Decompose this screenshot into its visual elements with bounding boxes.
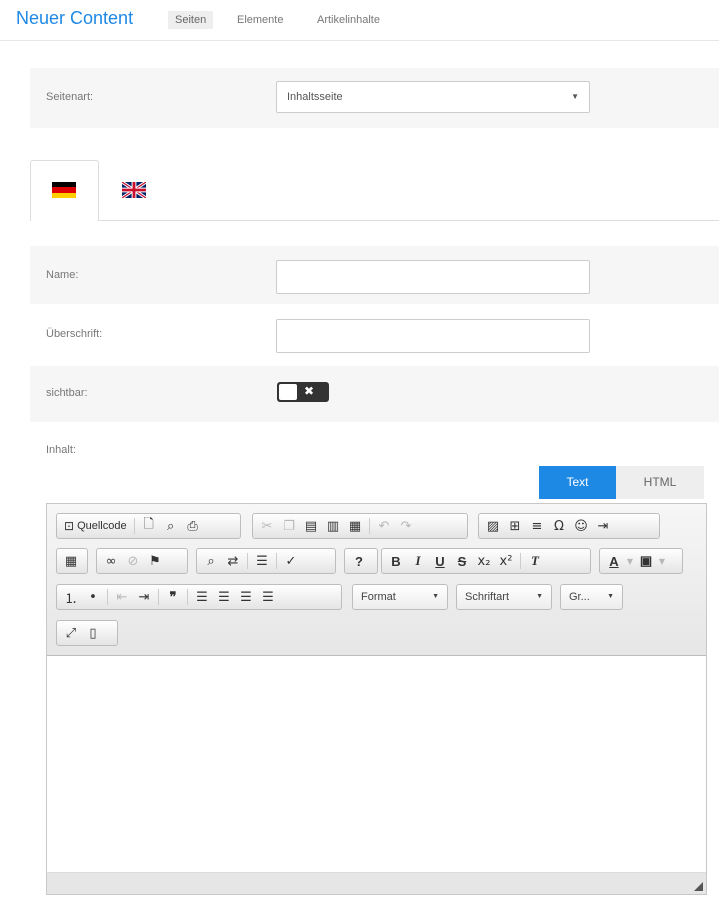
editor-footer [47, 872, 706, 894]
smiley-icon[interactable]: ☺ [570, 516, 592, 536]
help-icon[interactable]: ? [348, 551, 370, 571]
close-icon: ✖ [304, 384, 315, 398]
german-flag-icon [52, 182, 76, 198]
toolbar-group-tools: ⤢ ▯ [56, 620, 118, 646]
preview-icon[interactable]: ⌕ [160, 516, 182, 536]
outdent-icon[interactable]: ⇤ [111, 587, 133, 607]
new-page-icon[interactable]: 🗋 [138, 516, 160, 536]
copy-icon[interactable]: ❐ [278, 516, 300, 536]
source-icon: ⊡ [64, 519, 75, 533]
tab-elemente[interactable]: Elemente [237, 14, 283, 26]
editor-toolbar: ⊡ Quellcode 🗋 ⌕ ⎙ ✂ ❐ ▤ ▥ ▦ ↶ ↷ ▨ ⊞ ≡ Ω … [47, 504, 706, 656]
superscript-icon[interactable]: x² [495, 551, 517, 571]
tab-artikelinhalte[interactable]: Artikelinhalte [317, 14, 380, 26]
subscript-icon[interactable]: x₂ [473, 551, 495, 571]
unlink-icon[interactable]: ⊘ [122, 551, 144, 571]
language-tabs-divider [99, 220, 719, 221]
toolbar-group-colors: A ▼ ▣ ▼ [599, 548, 683, 574]
replace-icon[interactable]: ⇄ [222, 551, 244, 571]
strikethrough-icon[interactable]: S [451, 551, 473, 571]
paste-icon[interactable]: ▤ [300, 516, 322, 536]
justify-icon[interactable]: ☰ [257, 587, 279, 607]
name-label: Name: [46, 269, 79, 281]
bold-icon[interactable]: B [385, 551, 407, 571]
resize-handle-icon[interactable] [694, 882, 703, 891]
page-break-icon[interactable]: ⇥ [592, 516, 614, 536]
page-type-label: Seitenart: [46, 91, 94, 103]
mode-text-button[interactable]: Text [539, 466, 616, 499]
mode-html-button[interactable]: HTML [616, 466, 704, 499]
anchor-flag-icon[interactable]: ⚑ [144, 551, 166, 571]
page-type-select[interactable]: Inhaltsseite ▼ [276, 81, 590, 113]
align-right-icon[interactable]: ☰ [235, 587, 257, 607]
blockquote-icon[interactable]: ❞ [162, 587, 184, 607]
rich-text-editor: ⊡ Quellcode 🗋 ⌕ ⎙ ✂ ❐ ▤ ▥ ▦ ↶ ↷ ▨ ⊞ ≡ Ω … [46, 503, 707, 895]
toolbar-group-links: ∞ ⊘ ⚑ [96, 548, 188, 574]
font-size-dropdown[interactable]: Gr... ▼ [560, 584, 623, 610]
toolbar-group-insert: ▨ ⊞ ≡ Ω ☺ ⇥ [478, 513, 660, 539]
spellcheck-icon[interactable]: ✓ [280, 551, 302, 571]
select-all-icon[interactable]: ☰ [251, 551, 273, 571]
font-dropdown[interactable]: Schriftart ▼ [456, 584, 552, 610]
editor-content-area[interactable] [47, 657, 706, 872]
chevron-down-icon: ▼ [571, 92, 579, 101]
align-left-icon[interactable]: ☰ [191, 587, 213, 607]
show-blocks-icon[interactable]: ▯ [82, 623, 104, 643]
toolbar-group-paragraph: ⒈ • ⇤ ⇥ ❞ ☰ ☰ ☰ ☰ [56, 584, 342, 610]
font-label: Schriftart [465, 591, 510, 603]
format-dropdown[interactable]: Format ▼ [352, 584, 448, 610]
visible-band [30, 366, 719, 422]
heading-label: Überschrift: [46, 328, 103, 340]
print-icon[interactable]: ⎙ [182, 516, 204, 536]
bulleted-list-icon[interactable]: • [82, 587, 104, 607]
undo-icon[interactable]: ↶ [373, 516, 395, 536]
table-icon[interactable]: ⊞ [504, 516, 526, 536]
redo-icon[interactable]: ↷ [395, 516, 417, 536]
chevron-down-icon[interactable]: ▼ [657, 551, 667, 571]
special-char-icon[interactable]: Ω [548, 516, 570, 536]
paste-word-icon[interactable]: ▦ [344, 516, 366, 536]
text-color-icon[interactable]: A [603, 551, 625, 571]
source-button[interactable]: ⊡ Quellcode [60, 516, 131, 536]
toolbar-group-document: ⊡ Quellcode 🗋 ⌕ ⎙ [56, 513, 241, 539]
header-divider [0, 40, 719, 41]
format-label: Format [361, 591, 396, 603]
toolbar-group-basic-styles: B I U S x₂ x² T [381, 548, 591, 574]
cut-icon[interactable]: ✂ [256, 516, 278, 536]
paste-text-icon[interactable]: ▥ [322, 516, 344, 536]
background-color-icon[interactable]: ▣ [635, 551, 657, 571]
image-icon[interactable]: ▨ [482, 516, 504, 536]
chevron-down-icon[interactable]: ▼ [625, 551, 635, 571]
numbered-list-icon[interactable]: ⒈ [60, 587, 82, 607]
uk-flag-icon[interactable] [122, 182, 146, 198]
underline-icon[interactable]: U [429, 551, 451, 571]
app-title: Neuer Content [16, 8, 134, 28]
chevron-down-icon: ▼ [432, 593, 439, 600]
toggle-knob [279, 384, 297, 400]
toolbar-group-find: ⌕ ⇄ ☰ ✓ [196, 548, 336, 574]
heading-input[interactable] [276, 319, 590, 353]
indent-icon[interactable]: ⇥ [133, 587, 155, 607]
qr-code-icon[interactable]: ▦ [60, 551, 82, 571]
align-center-icon[interactable]: ☰ [213, 587, 235, 607]
toolbar-group-help: ? [344, 548, 378, 574]
name-input[interactable] [276, 260, 590, 294]
chevron-down-icon: ▼ [536, 593, 543, 600]
font-size-label: Gr... [569, 591, 590, 603]
source-label: Quellcode [77, 520, 127, 532]
tab-seiten[interactable]: Seiten [168, 11, 214, 29]
toolbar-group-clipboard: ✂ ❐ ▤ ▥ ▦ ↶ ↷ [252, 513, 468, 539]
visible-label: sichtbar: [46, 387, 88, 399]
remove-format-icon[interactable]: T [524, 551, 546, 571]
search-icon[interactable]: ⌕ [200, 551, 222, 571]
visible-toggle[interactable]: ✖ [277, 382, 329, 402]
italic-icon[interactable]: I [407, 551, 429, 571]
toolbar-group-qr: ▦ [56, 548, 88, 574]
page-type-value: Inhaltsseite [287, 91, 343, 103]
content-label: Inhalt: [46, 444, 76, 456]
chevron-down-icon: ▼ [607, 593, 614, 600]
link-icon[interactable]: ∞ [100, 551, 122, 571]
maximize-icon[interactable]: ⤢ [60, 623, 82, 643]
horizontal-line-icon[interactable]: ≡ [526, 516, 548, 536]
